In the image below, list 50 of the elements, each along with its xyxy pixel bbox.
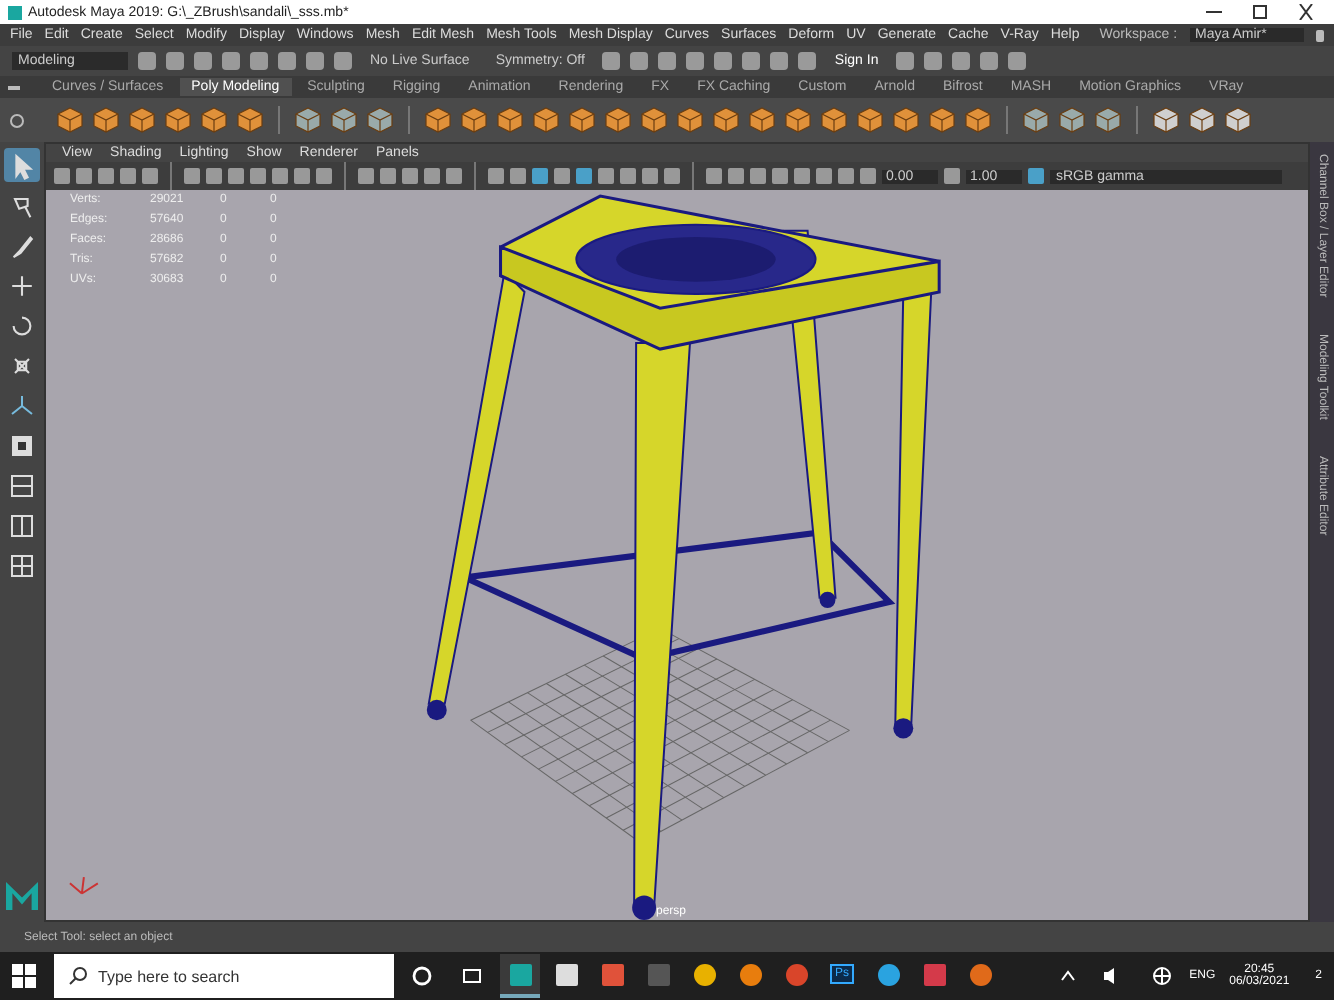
cube-icon[interactable] (1058, 106, 1086, 134)
rotate-icon (8, 311, 36, 339)
cube-icon[interactable] (676, 106, 704, 134)
app-icon (969, 963, 991, 985)
cube-icon[interactable] (928, 106, 956, 134)
cube-icon[interactable] (92, 106, 120, 134)
cube-icon[interactable] (892, 106, 920, 134)
cube-icon[interactable] (964, 106, 992, 134)
cube-icon[interactable] (128, 106, 156, 134)
app-icon (647, 963, 669, 985)
brush-icon (8, 231, 36, 259)
cube-icon[interactable] (856, 106, 884, 134)
cube-icon[interactable] (460, 106, 488, 134)
maya-logo-icon (6, 882, 38, 910)
app-icon (785, 963, 807, 985)
axis-indicator-icon (68, 876, 99, 895)
cube-icon[interactable] (568, 106, 596, 134)
cube-icon[interactable] (294, 106, 322, 134)
app-icon (693, 963, 715, 985)
cube-icon[interactable] (56, 106, 84, 134)
cube-icon[interactable] (1094, 106, 1122, 134)
cube-icon[interactable] (236, 106, 264, 134)
cube-icon[interactable] (1224, 106, 1252, 134)
cube-icon[interactable] (1022, 106, 1050, 134)
chevron-up-icon[interactable] (1059, 970, 1076, 982)
maya-logo-icon (8, 5, 22, 19)
app-icon (509, 963, 531, 985)
app-icon (923, 963, 945, 985)
cube-icon[interactable] (1152, 106, 1180, 134)
cube-icon[interactable] (496, 106, 524, 134)
cube-icon[interactable] (164, 106, 192, 134)
app-icon (601, 963, 623, 985)
app-icon (877, 963, 899, 985)
search-field[interactable]: Type here to search (54, 954, 394, 998)
cube-icon[interactable] (820, 106, 848, 134)
cube-icon[interactable] (784, 106, 812, 134)
cube-icon[interactable] (1188, 106, 1216, 134)
cube-icon[interactable] (330, 106, 358, 134)
cube-icon[interactable] (424, 106, 452, 134)
cube-icon[interactable] (200, 106, 228, 134)
cube-icon[interactable] (366, 106, 394, 134)
move-icon (8, 271, 36, 299)
app-icon (739, 963, 761, 985)
cube-icon[interactable] (640, 106, 668, 134)
cube-icon[interactable] (748, 106, 776, 134)
cube-icon[interactable] (712, 106, 740, 134)
cube-icon[interactable] (532, 106, 560, 134)
select-tool-button[interactable] (4, 148, 40, 182)
cube-icon[interactable] (604, 106, 632, 134)
app-icon (555, 963, 577, 985)
